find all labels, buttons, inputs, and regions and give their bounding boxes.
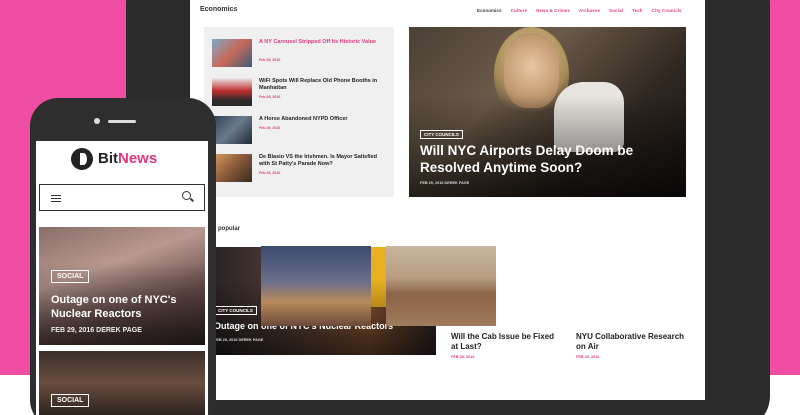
list-item-title[interactable]: De Blasio VS the Irishmen. Is Mayor Sati…: [259, 154, 389, 168]
phone-card-tag[interactable]: SOCIAL: [51, 394, 90, 407]
list-item-title[interactable]: WiFi Spots Will Replace Old Phone Booths…: [259, 78, 389, 92]
feature-meta: FEB 29, 2016 DEREK PAGE: [214, 338, 264, 342]
list-item-date: Feb 29, 2016: [259, 58, 281, 62]
list-item-date: Feb 29, 2016: [259, 95, 281, 99]
phone-card-meta: FEB 29, 2016 DEREK PAGE: [51, 327, 142, 334]
phone-speaker: [108, 120, 136, 123]
list-item[interactable]: A Horse Abandoned NYPD Officer Feb 29, 2…: [212, 116, 392, 148]
nav-economics[interactable]: Economics: [477, 8, 502, 13]
phone-camera: [94, 118, 100, 124]
nav-culture[interactable]: Culture: [511, 8, 527, 13]
list-item-date: Feb 29, 2016: [259, 171, 281, 175]
phone-article-card[interactable]: SOCIAL: [39, 351, 205, 415]
logo-news: News: [118, 150, 158, 167]
card-image-research[interactable]: [386, 246, 496, 326]
list-item[interactable]: WiFi Spots Will Replace Old Phone Booths…: [212, 78, 392, 110]
card-image-cab[interactable]: [261, 246, 371, 326]
bitnews-logo-icon: [71, 148, 93, 170]
phone-card-title[interactable]: Outage on one of NYC's Nuclear Reactors: [51, 293, 201, 321]
list-item[interactable]: De Blasio VS the Irishmen. Is Mayor Sati…: [212, 154, 392, 186]
list-item-date: Feb 29, 2016: [259, 126, 281, 130]
article-thumbnail[interactable]: [212, 39, 252, 67]
article-thumbnail[interactable]: [212, 78, 252, 106]
article-list: A NY Carousel Stripped Off Its Historic …: [204, 27, 394, 197]
feature-category-tag[interactable]: City Councils: [214, 306, 257, 315]
card-title[interactable]: NYU Collaborative Research on Air: [576, 332, 686, 352]
hamburger-menu-icon[interactable]: [51, 195, 61, 202]
logo-bit: Bit: [98, 150, 118, 167]
phone-article-card[interactable]: SOCIAL Outage on one of NYC's Nuclear Re…: [39, 227, 205, 345]
nav-archaeos[interactable]: Archaeos: [579, 8, 600, 13]
card-date: FEB 29, 2016: [451, 355, 475, 359]
hero-title[interactable]: Will NYC Airports Delay Doom be Resolved…: [420, 143, 670, 176]
list-item[interactable]: A NY Carousel Stripped Off Its Historic …: [212, 39, 392, 71]
popular-heading: popular: [218, 226, 240, 232]
article-thumbnail[interactable]: [212, 154, 252, 182]
nav-news-crimes[interactable]: News & Crimes: [536, 8, 570, 13]
nav-social[interactable]: Social: [609, 8, 623, 13]
card-title[interactable]: Will the Cab Issue be Fixed at Last?: [451, 332, 561, 352]
search-icon[interactable]: [182, 191, 191, 200]
article-thumbnail[interactable]: [212, 116, 252, 144]
section-title: Economics: [200, 6, 238, 13]
phone-search-bar[interactable]: [39, 184, 205, 211]
card-date: FEB 29, 2016: [576, 355, 600, 359]
list-item-title[interactable]: A Horse Abandoned NYPD Officer: [259, 116, 389, 123]
top-nav: Economics Culture News & Crimes Archaeos…: [477, 8, 682, 13]
nav-city-councils[interactable]: City Councils: [652, 8, 682, 13]
hero-category-tag[interactable]: City Councils: [420, 130, 463, 139]
nav-tech[interactable]: Tech: [632, 8, 643, 13]
hero-article[interactable]: City Councils Will NYC Airports Delay Do…: [409, 27, 686, 197]
phone-card-tag[interactable]: SOCIAL: [51, 270, 90, 283]
list-item-title[interactable]: A NY Carousel Stripped Off Its Historic …: [259, 39, 389, 46]
bitnews-logo-text: BitNews: [98, 150, 157, 167]
hero-meta: FEB 29, 2016 DEREK PAGE: [420, 181, 470, 185]
